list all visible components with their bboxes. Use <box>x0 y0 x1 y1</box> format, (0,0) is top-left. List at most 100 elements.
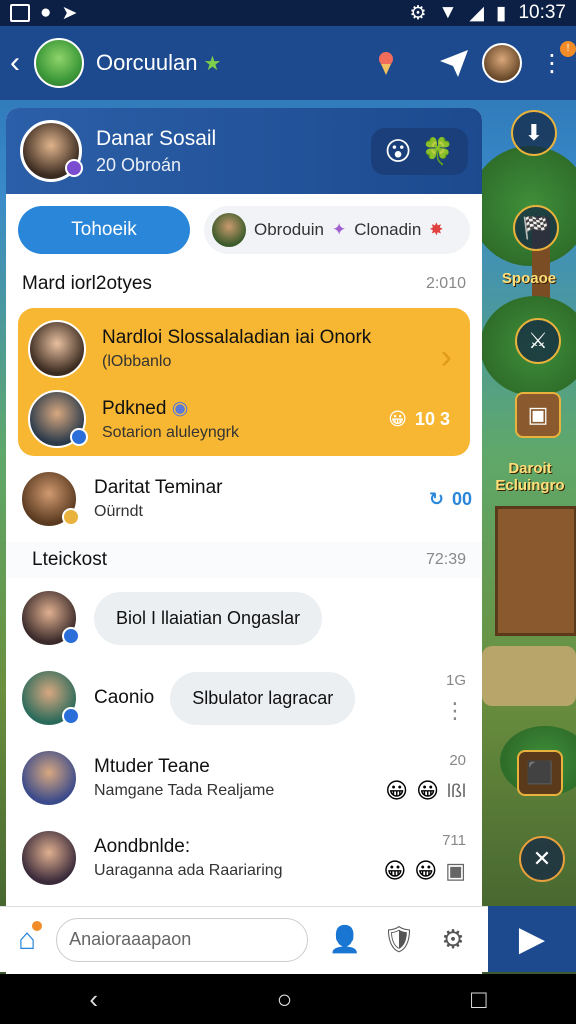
game-side-panel: ⬇ <box>494 110 574 156</box>
list-item[interactable]: Caonio Slbulator lagracar 1G ⋮ <box>6 658 482 738</box>
location-icon: ➤ <box>61 2 78 24</box>
avatar <box>28 320 86 378</box>
contact-name: Aondbnlde: <box>94 836 191 857</box>
list-meta: ↻ 00 <box>429 489 472 510</box>
online-badge <box>62 707 80 725</box>
contact-name: Caonio <box>94 687 155 708</box>
avatar <box>20 749 78 807</box>
system-nav-bar: ‹ ○ □ <box>0 974 576 1024</box>
home-button[interactable]: ⌂ <box>18 920 43 957</box>
game-chest[interactable]: ▣ <box>506 392 570 438</box>
highlight-row[interactable]: Nardloi Slossalaladian iai Onork (lObban… <box>28 314 460 384</box>
pin-button[interactable] <box>368 45 404 81</box>
arrow-down-button[interactable]: ⬇ <box>511 110 557 156</box>
profile-header[interactable]: Danar Sosail 20 Obroán 😮 🍀 <box>6 108 482 194</box>
reaction-emoji[interactable]: 😮 <box>385 136 412 167</box>
list-item[interactable]: Biol I llaiatian Ongaslar <box>6 578 482 658</box>
list-sub: Oürndt <box>94 503 143 520</box>
tab-active[interactable]: Tohoeik <box>18 206 190 254</box>
game-label-top: Spoaoe <box>484 270 574 287</box>
globe-icon: ◉ <box>171 397 189 419</box>
avatar <box>20 589 80 647</box>
tab-bar: Tohoeik Obroduin ✦ Clonadin ✸ <box>6 194 482 266</box>
battery-icon: ▮ <box>495 2 507 24</box>
highlight-sub-2: Sotarion aluleyngrk <box>102 423 239 441</box>
tab-label-1: Obroduin <box>254 220 324 239</box>
smile-icon: 😀 <box>385 778 409 803</box>
section-time-2: 72:39 <box>425 551 466 568</box>
user-avatar[interactable] <box>482 43 522 83</box>
send-button[interactable] <box>436 45 472 81</box>
row-tag: lßl <box>447 780 466 801</box>
game-side-label-text: Daroit Ecluingro <box>495 460 565 494</box>
profile-avatar[interactable] <box>20 120 83 182</box>
chest-icon: ▣ <box>515 392 561 438</box>
highlight-title-2: Pdkned ◉ <box>102 397 239 420</box>
nav-recents-icon[interactable]: □ <box>471 984 487 1015</box>
play-button[interactable]: ▶ <box>488 906 576 972</box>
row-time: 20 <box>449 752 466 769</box>
person-icon[interactable]: 👤 <box>328 924 362 955</box>
nav-home-icon[interactable]: ○ <box>277 984 293 1015</box>
game-box[interactable]: ⬛ <box>512 750 568 796</box>
highlight-row[interactable]: Pdkned ◉ Sotarion aluleyngrk 😀 10 3 <box>28 384 460 454</box>
highlight-card[interactable]: Nardloi Slossalaladian iai Onork (lObban… <box>18 308 470 456</box>
top-right-area: ⋮! <box>482 26 576 100</box>
profile-reactions[interactable]: 😮 🍀 <box>370 127 468 175</box>
contact-sub: Uaraganna ada Raariaring <box>94 862 283 879</box>
game-pin[interactable]: 🏁 <box>508 205 564 251</box>
menu-button[interactable]: ⋮! <box>540 40 576 78</box>
search-input[interactable]: Anaioraaapaon <box>56 917 308 962</box>
game-label-text: Spoaoe <box>501 270 557 287</box>
alarm-icon: ⚙ <box>409 2 427 24</box>
clock-time: 10:37 <box>518 2 566 23</box>
online-badge <box>70 428 88 446</box>
message-bubble[interactable]: Biol I llaiatian Ongaslar <box>94 591 323 645</box>
group-avatar[interactable] <box>34 38 84 88</box>
game-side-label: Daroit Ecluingro <box>484 460 576 494</box>
game-attack-button[interactable]: ✕ <box>514 836 570 882</box>
row-time: 711 <box>442 832 466 849</box>
message-bubble[interactable]: Slbulator lagracar <box>170 671 356 725</box>
clover-emoji[interactable]: 🍀 <box>422 136 454 167</box>
nav-back-icon[interactable]: ‹ <box>89 984 98 1015</box>
list-item[interactable]: Aondbnlde: Uaraganna ada Raariaring 711 … <box>6 818 482 898</box>
contact-sub: Namgane Tada Realjame <box>94 782 275 799</box>
highlight-name: Pdkned <box>102 397 167 419</box>
chevron-right-icon[interactable]: › <box>441 338 452 377</box>
map-pin-icon <box>379 52 393 75</box>
smile-emoji: 😀 <box>388 408 407 429</box>
shield-icon[interactable]: 🛡 <box>382 924 416 955</box>
tab-label-2: Clonadin <box>354 220 422 239</box>
box-icon: ⬛ <box>517 750 563 796</box>
row-time: 1G <box>445 672 466 689</box>
status-bar: ● ➤ ⚙ ▼ ◢ ▮ 10:37 <box>0 0 576 26</box>
avatar <box>20 470 80 528</box>
game-sword-button[interactable]: ⚔ <box>510 318 566 364</box>
paper-plane-icon <box>440 50 468 77</box>
section-time: 2:010 <box>425 275 466 292</box>
avatar <box>20 669 80 727</box>
more-icon[interactable]: ⋮ <box>444 698 466 724</box>
signal-icon: ◢ <box>469 2 484 24</box>
highlight-meta: 😀 10 3 <box>388 409 450 430</box>
puzzle-icon: ✦ <box>331 220 347 239</box>
row-reactions[interactable]: 😀 😀 lßl <box>385 778 466 804</box>
slash-icon: ✕ <box>519 836 565 882</box>
menu-badge: ! <box>560 40 576 57</box>
app-title: Oorcuulan <box>96 50 198 75</box>
list-item[interactable]: Daritat Teminar Oürndt ↻ 00 <box>6 456 482 542</box>
profile-badge <box>65 159 83 177</box>
avatar <box>20 829 78 887</box>
section-header: Mard iorl2otyes 2:010 <box>6 266 482 302</box>
back-button[interactable]: ‹ <box>10 46 30 80</box>
profile-name: Danar Sosail <box>96 126 217 150</box>
avatar <box>28 390 88 448</box>
list-item[interactable]: Mtuder Teane Namgane Tada Realjame 20 😀 … <box>6 738 482 818</box>
bottom-bar: ⌂ Anaioraaapaon 👤 🛡 ⚙ <box>0 906 488 972</box>
flag-icon: 🏁 <box>513 205 559 251</box>
row-reactions[interactable]: 😀 😀 ▣ <box>383 858 466 884</box>
settings-icon[interactable]: ⚙ <box>436 924 470 955</box>
reply-icon: ↻ <box>428 488 444 509</box>
tab-secondary[interactable]: Obroduin ✦ Clonadin ✸ <box>204 206 470 254</box>
